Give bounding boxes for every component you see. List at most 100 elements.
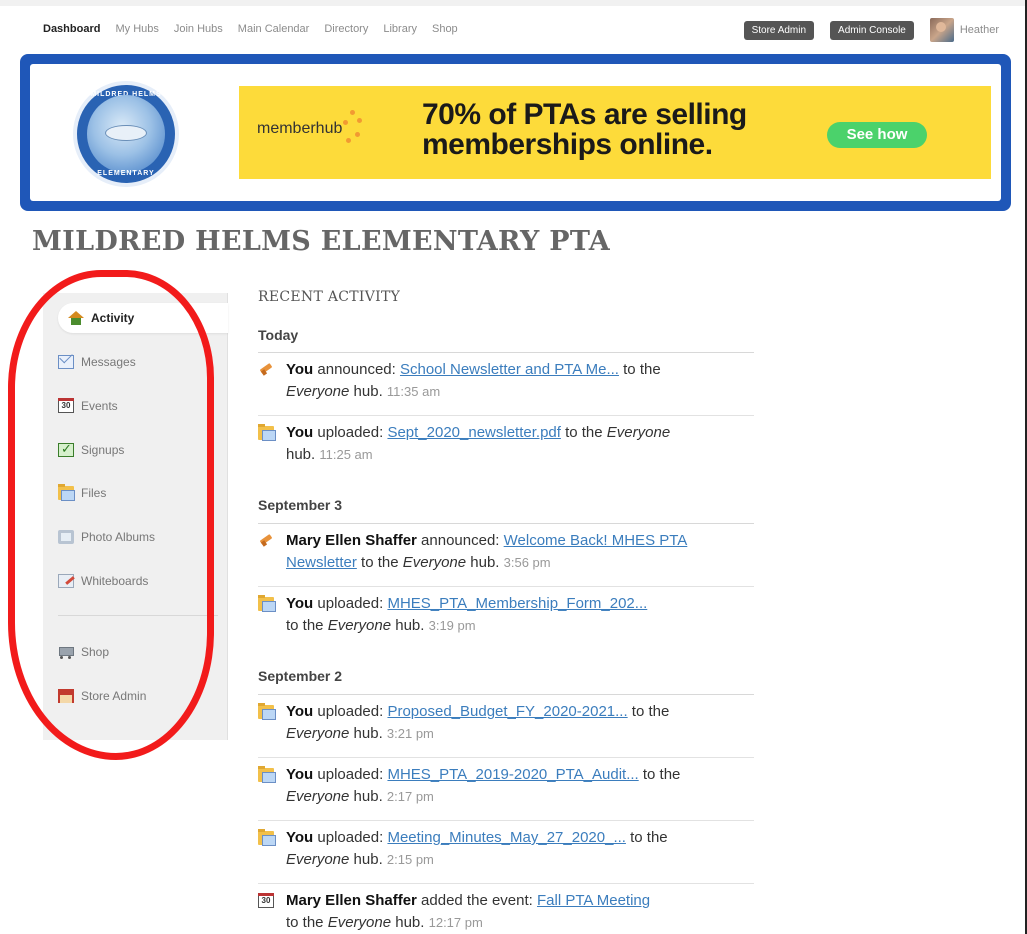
activity-link[interactable]: School Newsletter and PTA Me... (400, 361, 619, 378)
item-divider (258, 883, 754, 884)
top-nav-bar: Dashboard My Hubs Join Hubs Main Calenda… (0, 0, 1027, 48)
activity-time: 2:15 pm (386, 852, 434, 867)
activity-actor: Mary Ellen Shaffer (286, 892, 417, 909)
activity-hub[interactable]: Everyone (286, 383, 349, 400)
announce-icon (258, 363, 274, 377)
activity-post-hub: hub. (466, 554, 504, 571)
nav-link-shop[interactable]: Shop (432, 23, 458, 35)
feed-heading: RECENT ACTIVITY (258, 289, 401, 305)
activity-link[interactable]: Fall PTA Meeting (537, 892, 650, 909)
day-divider (258, 694, 754, 695)
activity-verb: uploaded: (313, 703, 388, 720)
activity-text: Mary Ellen Shaffer added the event: Fall… (258, 890, 754, 934)
calendar-icon: 30 (258, 893, 274, 908)
highlight-annotation (8, 270, 214, 760)
avatar[interactable] (929, 18, 954, 42)
activity-time: 11:35 am (386, 384, 441, 399)
banner-inner: MILDRED HELMS ELEMENTARY memberhub 70% o… (30, 64, 1001, 201)
activity-text: You uploaded: Proposed_Budget_FY_2020-20… (258, 701, 754, 745)
day-label-september-3: September 3 (258, 497, 343, 513)
list-item: You announced: School Newsletter and PTA… (258, 359, 754, 403)
activity-hub[interactable]: Everyone (328, 617, 391, 634)
nav-link-my-hubs[interactable]: My Hubs (115, 23, 158, 35)
see-how-button[interactable]: See how (827, 122, 927, 148)
activity-post-hub: hub. (391, 617, 429, 634)
activity-pre-hub: to the (560, 424, 607, 441)
activity-text: Mary Ellen Shaffer announced: Welcome Ba… (258, 530, 754, 574)
activity-time: 3:56 pm (503, 555, 551, 570)
activity-pre-hub: to the (638, 766, 681, 783)
upload-icon (258, 595, 276, 612)
list-item: You uploaded: Sept_2020_newsletter.pdf t… (258, 422, 754, 466)
page-title: MILDRED HELMS ELEMENTARY PTA (32, 226, 611, 257)
activity-hub[interactable]: Everyone (403, 554, 466, 571)
list-item: You uploaded: Proposed_Budget_FY_2020-20… (258, 701, 754, 745)
school-logo: MILDRED HELMS ELEMENTARY (73, 81, 179, 187)
activity-post-hub: hub. (286, 446, 320, 463)
activity-actor: You (286, 595, 314, 612)
ad-headline-line-2: memberships online. (422, 128, 713, 161)
activity-link[interactable]: Proposed_Budget_FY_2020-2021... (387, 703, 627, 720)
activity-link[interactable]: Sept_2020_newsletter.pdf (387, 424, 560, 441)
activity-verb: announced: (313, 361, 400, 378)
activity-post-hub: hub. (391, 914, 429, 931)
nav-link-join-hubs[interactable]: Join Hubs (174, 23, 223, 35)
ad-headline-line-1: 70% of PTAs are selling (422, 98, 747, 131)
activity-hub[interactable]: Everyone (607, 424, 670, 441)
sparkle-icon (343, 110, 363, 150)
globe-icon (87, 95, 165, 173)
activity-text: You uploaded: MHES_PTA_2019-2020_PTA_Aud… (258, 764, 754, 808)
upload-icon (258, 703, 276, 720)
logo-bottom-text: ELEMENTARY (97, 170, 155, 177)
item-divider (258, 820, 754, 821)
activity-pre-hub: to the (286, 617, 328, 634)
list-item: You uploaded: MHES_PTA_Membership_Form_2… (258, 593, 754, 637)
hub-banner: MILDRED HELMS ELEMENTARY memberhub 70% o… (20, 54, 1011, 211)
dolphin-icon (105, 125, 147, 141)
activity-verb: uploaded: (313, 829, 388, 846)
item-divider (258, 757, 754, 758)
nav-link-library[interactable]: Library (383, 23, 417, 35)
upload-icon (258, 829, 276, 846)
activity-pre-hub: to the (618, 361, 661, 378)
activity-hub[interactable]: Everyone (286, 788, 349, 805)
nav-link-directory[interactable]: Directory (324, 23, 368, 35)
activity-hub[interactable]: Everyone (286, 725, 349, 742)
main-nav: Dashboard My Hubs Join Hubs Main Calenda… (43, 23, 473, 35)
activity-time: 2:17 pm (386, 789, 434, 804)
activity-pre-hub: to the (625, 829, 668, 846)
activity-post-hub: hub. (349, 383, 387, 400)
user-name-link[interactable]: Heather (960, 24, 999, 36)
store-admin-button[interactable]: Store Admin (743, 20, 815, 40)
day-divider (258, 523, 754, 524)
nav-link-dashboard[interactable]: Dashboard (43, 23, 100, 35)
activity-verb: uploaded: (313, 766, 388, 783)
activity-verb: announced: (416, 532, 504, 549)
activity-hub[interactable]: Everyone (286, 851, 349, 868)
activity-verb: added the event: (416, 892, 537, 909)
activity-link[interactable]: MHES_PTA_2019-2020_PTA_Audit... (387, 766, 638, 783)
recent-activity-feed: RECENT ACTIVITY Today You announced: Sch… (258, 289, 754, 931)
upload-icon (258, 424, 276, 441)
item-divider (258, 586, 754, 587)
activity-pre-hub: to the (286, 914, 328, 931)
activity-post-hub: hub. (349, 725, 387, 742)
admin-console-button[interactable]: Admin Console (830, 20, 914, 40)
activity-pre-hub: to the (356, 554, 403, 571)
ad-brand: memberhub (257, 120, 343, 137)
activity-verb: uploaded: (313, 595, 388, 612)
activity-time: 3:19 pm (428, 618, 476, 633)
activity-verb: uploaded: (313, 424, 388, 441)
nav-link-main-calendar[interactable]: Main Calendar (238, 23, 310, 35)
activity-post-hub: hub. (349, 851, 387, 868)
activity-post-hub: hub. (349, 788, 387, 805)
memberhub-ad[interactable]: memberhub 70% of PTAs are selling member… (239, 86, 991, 179)
ad-headline: 70% of PTAs are selling memberships onli… (422, 100, 747, 160)
activity-text: You uploaded: Sept_2020_newsletter.pdf t… (258, 422, 754, 466)
activity-hub[interactable]: Everyone (328, 914, 391, 931)
activity-link[interactable]: MHES_PTA_Membership_Form_202... (387, 595, 647, 612)
activity-text: You announced: School Newsletter and PTA… (258, 359, 754, 403)
activity-link[interactable]: Meeting_Minutes_May_27_2020_... (387, 829, 626, 846)
activity-text: You uploaded: MHES_PTA_Membership_Form_2… (258, 593, 754, 637)
activity-actor: Mary Ellen Shaffer (286, 532, 417, 549)
